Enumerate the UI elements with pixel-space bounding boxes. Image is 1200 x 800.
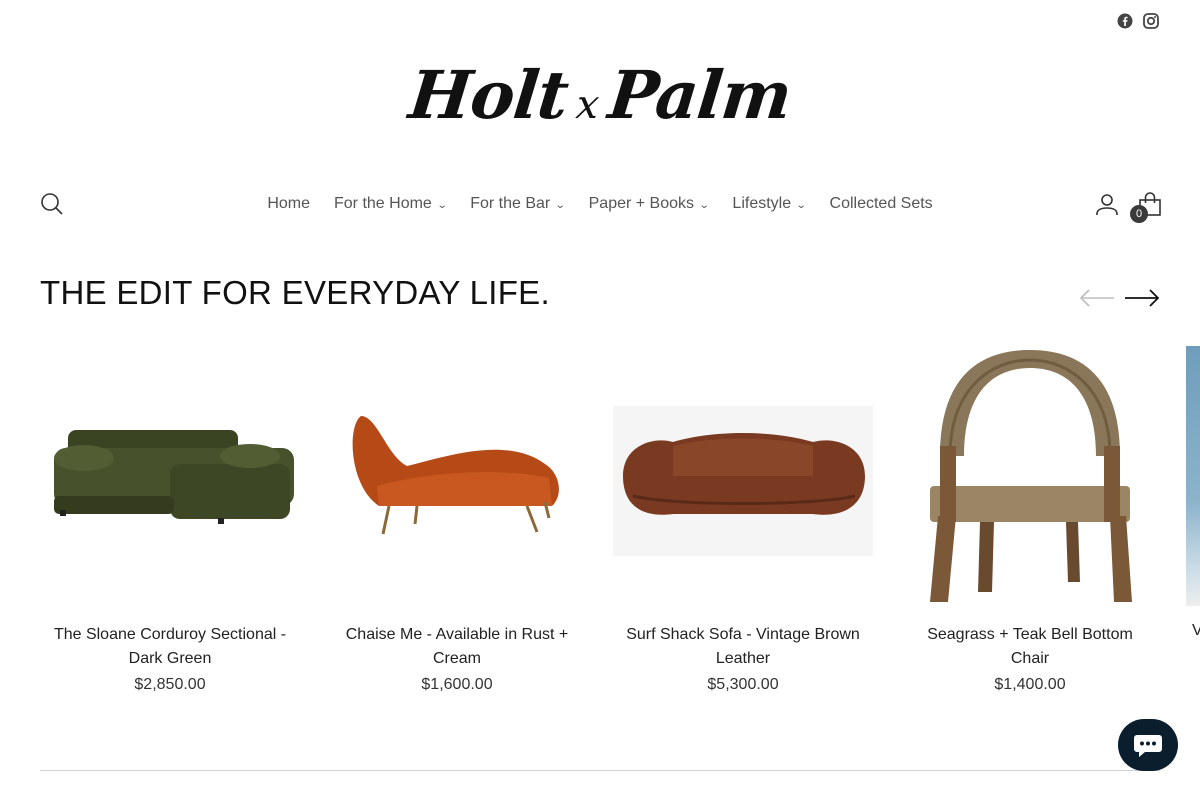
product-carousel: The Sloane Corduroy Sectional - Dark Gre… [40, 346, 1200, 706]
carousel-prev-arrow-icon[interactable] [1079, 284, 1115, 312]
nav-item-label: Paper + Books [588, 195, 695, 212]
nav-menu: Home For the Home ⌄ For the Bar ⌄ Paper + … [267, 195, 932, 213]
chevron-down-icon: ⌄ [698, 199, 710, 211]
product-image-leather-sofa[interactable] [613, 346, 873, 606]
product-card[interactable]: Seagrass + Teak Bell Bottom Chair $1,400… [900, 346, 1160, 697]
product-price: $5,300.00 [707, 676, 779, 693]
product-price: $1,600.00 [421, 676, 493, 693]
nav-item-label: Lifestyle [732, 195, 792, 212]
section-title: THE EDIT FOR EVERYDAY LIFE. [40, 274, 550, 311]
nav-item-for-the-bar[interactable]: For the Bar ⌄ [470, 195, 566, 213]
product-name-partial[interactable]: V [1192, 622, 1200, 640]
logo-separator: x [574, 82, 601, 128]
product-name[interactable]: Surf Shack Sofa - Vintage Brown Leather [613, 623, 873, 671]
product-image-chaise[interactable] [327, 346, 587, 606]
nav-item-collected-sets[interactable]: Collected Sets [830, 195, 933, 213]
nav-item-paper-books[interactable]: Paper + Books ⌄ [588, 195, 710, 213]
product-image-chair[interactable] [900, 346, 1160, 606]
carousel-next-arrow-icon[interactable] [1124, 284, 1160, 312]
facebook-icon[interactable] [1116, 12, 1134, 30]
nav-item-label: Home [267, 195, 310, 212]
section-divider [40, 770, 1160, 771]
product-card[interactable]: Surf Shack Sofa - Vintage Brown Leather … [613, 346, 873, 697]
nav-item-home[interactable]: Home [267, 195, 310, 213]
product-price: $1,400.00 [994, 676, 1066, 693]
product-name[interactable]: Chaise Me - Available in Rust + Cream [327, 623, 587, 671]
chat-button[interactable] [1118, 719, 1178, 771]
product-card[interactable]: The Sloane Corduroy Sectional - Dark Gre… [40, 346, 300, 697]
instagram-icon[interactable] [1142, 12, 1160, 30]
chat-icon [1134, 735, 1162, 757]
social-links [1116, 12, 1160, 30]
product-card[interactable]: Chaise Me - Available in Rust + Cream $1… [327, 346, 587, 697]
cart-count-badge: 0 [1130, 205, 1148, 223]
product-image-partial[interactable] [1186, 346, 1200, 606]
product-name[interactable]: The Sloane Corduroy Sectional - Dark Gre… [40, 623, 300, 671]
search-icon[interactable] [40, 192, 64, 216]
product-price: $2,850.00 [134, 676, 206, 693]
chevron-down-icon: ⌄ [795, 199, 807, 211]
nav-item-label: Collected Sets [829, 195, 933, 212]
nav-item-for-the-home[interactable]: For the Home ⌄ [334, 195, 448, 213]
nav-item-lifestyle[interactable]: Lifestyle ⌄ [732, 195, 807, 213]
site-logo[interactable]: HoltxPalm [0, 50, 1200, 150]
logo-part-holt: Holt [405, 56, 573, 134]
nav-item-label: For the Home [334, 195, 432, 212]
account-icon[interactable] [1095, 192, 1119, 216]
chevron-down-icon: ⌄ [554, 199, 566, 211]
logo-part-palm: Palm [605, 56, 796, 134]
product-name[interactable]: Seagrass + Teak Bell Bottom Chair [900, 623, 1160, 671]
main-navigation: Home For the Home ⌄ For the Bar ⌄ Paper + … [0, 186, 1200, 222]
chevron-down-icon: ⌄ [436, 199, 448, 211]
nav-item-label: For the Bar [470, 195, 551, 212]
product-image-sectional[interactable] [40, 346, 300, 606]
